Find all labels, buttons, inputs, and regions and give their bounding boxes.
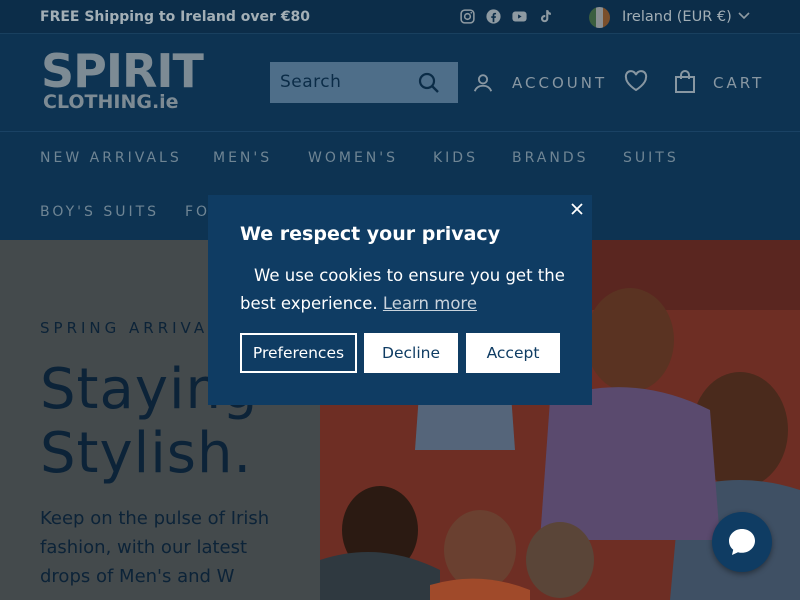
- cookie-message: We use cookies to ensure you get the bes…: [240, 262, 570, 318]
- instagram-icon[interactable]: [459, 8, 476, 25]
- nav-item-new-arrivals[interactable]: NEW ARRIVALS: [40, 150, 182, 166]
- shopping-bag-icon[interactable]: [674, 70, 696, 94]
- nav-item-boys-suits[interactable]: BOY'S SUITS: [40, 204, 159, 220]
- decline-button[interactable]: Decline: [364, 333, 458, 373]
- logo-subtext: CLOTHING.ie: [43, 91, 179, 113]
- social-links: [459, 8, 554, 25]
- account-link[interactable]: ACCOUNT: [512, 74, 607, 92]
- search-placeholder: Search: [280, 72, 342, 92]
- nav-item-mens[interactable]: MEN'S: [213, 150, 272, 166]
- hero-kicker: SPRING ARRIVA: [40, 319, 209, 337]
- hero-body: Keep on the pulse of Irish fashion, with…: [40, 508, 270, 587]
- site-logo[interactable]: SPIRIT CLOTHING.ie: [41, 46, 241, 114]
- cart-link[interactable]: CART: [713, 74, 764, 92]
- nav-item-partial[interactable]: FO: [185, 204, 210, 220]
- hero-headline-line2: Stylish.: [40, 421, 253, 486]
- site-header: SPIRIT CLOTHING.ie Search ACCOUNT CART: [0, 34, 800, 132]
- tiktok-icon[interactable]: [537, 8, 554, 25]
- heart-icon[interactable]: [624, 70, 648, 92]
- announcement-bar: FREE Shipping to Ireland over €80 Irelan…: [0, 0, 800, 34]
- accept-button[interactable]: Accept: [466, 333, 560, 373]
- ireland-flag-icon[interactable]: [589, 7, 610, 28]
- logo-wordmark: SPIRIT: [41, 44, 204, 98]
- search-input[interactable]: Search: [270, 62, 458, 103]
- preferences-button[interactable]: Preferences: [240, 333, 357, 373]
- learn-more-link[interactable]: Learn more: [383, 294, 477, 313]
- chat-launcher-button[interactable]: [712, 512, 772, 572]
- youtube-icon[interactable]: [511, 8, 528, 25]
- nav-item-brands[interactable]: BRANDS: [512, 150, 588, 166]
- nav-item-womens[interactable]: WOMEN'S: [308, 150, 398, 166]
- user-icon[interactable]: [472, 72, 494, 94]
- search-icon[interactable]: [417, 71, 441, 95]
- chevron-down-icon[interactable]: [738, 12, 750, 20]
- shipping-text: FREE Shipping to Ireland over €80: [40, 9, 311, 25]
- nav-item-suits[interactable]: SUITS: [623, 150, 679, 166]
- facebook-icon[interactable]: [485, 8, 502, 25]
- nav-item-kids[interactable]: KIDS: [433, 150, 478, 166]
- region-selector[interactable]: Ireland (EUR €): [622, 9, 732, 25]
- cookie-title: We respect your privacy: [240, 223, 501, 245]
- close-icon[interactable]: [569, 201, 585, 217]
- chat-bubble-icon: [729, 529, 755, 555]
